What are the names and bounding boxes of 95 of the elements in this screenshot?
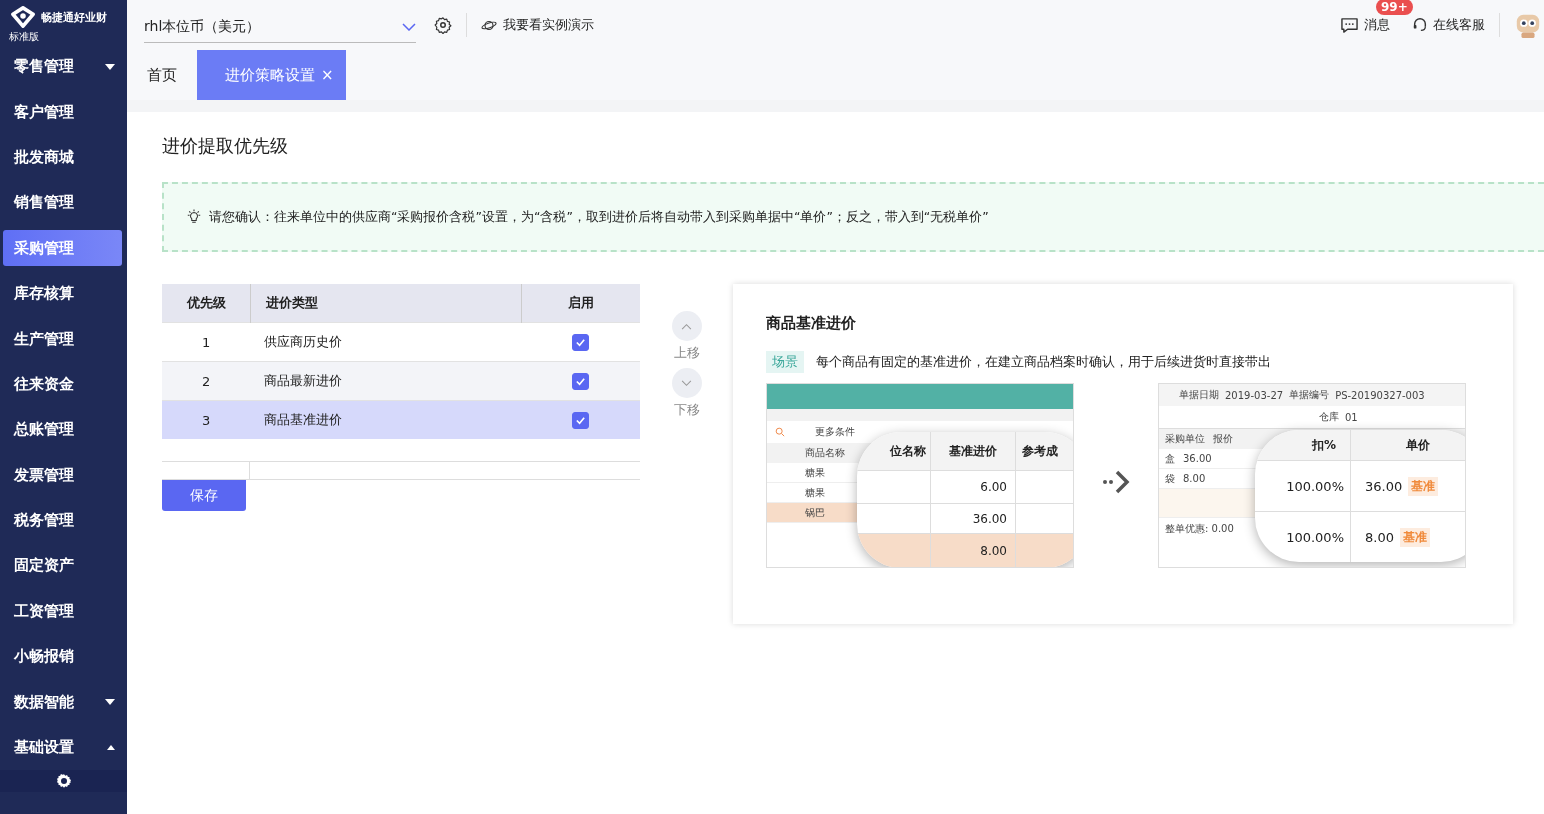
sidebar-item[interactable]: 发票管理 <box>3 452 124 498</box>
sidebar-item[interactable]: 批发商城 <box>3 134 124 181</box>
section-title: 进价提取优先级 <box>162 134 289 158</box>
table-cell: 袋 <box>1165 471 1175 486</box>
field-label: 单据日期 <box>1179 388 1219 402</box>
sidebar-item[interactable]: 往来资金 <box>3 361 124 408</box>
arrow-right-icon <box>1102 469 1132 495</box>
chevron-down-icon <box>402 22 416 31</box>
planet-icon <box>481 18 497 32</box>
chevron-up-icon <box>681 322 692 330</box>
lightbulb-icon <box>186 209 202 225</box>
field-value: 01 <box>1345 411 1358 423</box>
filter-label: 更多条件 <box>815 425 855 439</box>
sidebar-item[interactable]: 销售管理 <box>3 180 124 226</box>
table-cell: 3 <box>162 400 251 439</box>
save-button[interactable]: 保存 <box>162 480 246 511</box>
column-header: 进价类型 <box>250 284 522 323</box>
column-header: 商品名称 <box>805 446 845 460</box>
sidebar-item[interactable]: 生产管理 <box>3 316 124 362</box>
table-cell: 商品基准进价 <box>250 400 522 439</box>
column-header: 采购单位 <box>1165 432 1205 446</box>
table-cell: 8.00 <box>1183 473 1206 484</box>
tab[interactable]: 首页 <box>144 50 197 100</box>
caret-icon <box>107 745 115 751</box>
settings-icon[interactable] <box>434 16 452 34</box>
table-row[interactable]: 3 商品基准进价 <box>162 400 640 439</box>
table-cell: 糖果 <box>805 485 825 500</box>
table-row[interactable]: 2 商品最新进价 <box>162 361 640 401</box>
move-up-label: 上移 <box>673 344 700 362</box>
sidebar-item[interactable]: 采购管理 <box>3 230 122 267</box>
table-cell: 100.00% <box>1255 511 1351 562</box>
table-cell: 商品最新进价 <box>250 361 522 401</box>
table-cell: 6.00 <box>931 470 1016 503</box>
table-cell: 8.00 <box>1365 529 1394 545</box>
logo-icon <box>9 6 37 28</box>
headset-icon <box>1412 17 1428 33</box>
caret-icon <box>105 63 115 70</box>
sidebar-item[interactable]: 小畅报销 <box>3 634 124 680</box>
benchmark-tag: 基准 <box>1399 527 1430 547</box>
checkmark-icon <box>575 336 587 348</box>
table-cell: 盒 <box>1165 451 1175 466</box>
table-cell: 2 <box>162 361 251 401</box>
table-row[interactable]: 1 供应商历史价 <box>162 322 640 362</box>
edition-label: 标准版 <box>9 30 40 44</box>
currency-select[interactable]: rhl本位币（美元） <box>144 7 416 43</box>
notification-badge: 99+ <box>1376 0 1413 15</box>
table-cell: 糖果 <box>805 465 825 480</box>
checkmark-icon <box>575 414 587 426</box>
card-title: 商品基准进价 <box>766 314 857 333</box>
scene-tag: 场景 <box>766 351 804 373</box>
field-value: PS-20190327-003 <box>1335 389 1425 401</box>
demo-link[interactable]: 我要看实例演示 <box>481 16 594 34</box>
description: 每个商品有固定的基准进价，在建立商品档案时确认，用于后续进货时直接带出 <box>816 353 1271 371</box>
field-label: 仓库 <box>1319 410 1339 424</box>
checkmark-icon <box>575 375 587 387</box>
benchmark-tag: 基准 <box>1408 476 1439 496</box>
sidebar-item[interactable]: 客户管理 <box>3 89 124 135</box>
support-button[interactable]: 在线客服 <box>1412 16 1485 34</box>
table-cell: 100.00% <box>1255 460 1351 511</box>
column-header: 报价 <box>1213 432 1233 446</box>
column-header: 单价 <box>1351 430 1465 460</box>
sidebar-item[interactable]: 库存核算 <box>3 270 124 317</box>
caret-icon <box>105 699 115 706</box>
table-cell: 36.00 <box>1365 478 1403 494</box>
sidebar-item[interactable]: 零售管理 <box>3 44 124 90</box>
column-header: 启用 <box>521 284 640 323</box>
discount-text: 整单优惠: 0.00 <box>1165 522 1234 536</box>
table-cell: 供应商历史价 <box>250 322 522 362</box>
move-down-label: 下移 <box>673 401 700 419</box>
table-cell: 8.00 <box>931 533 1016 567</box>
tab[interactable]: 进价策略设置 × <box>197 50 346 100</box>
chat-icon <box>1340 16 1359 34</box>
sidebar-item[interactable]: 基础设置 <box>3 724 124 771</box>
brand-name: 畅捷通好业财 <box>41 9 107 25</box>
sidebar-item[interactable]: 税务管理 <box>3 497 124 544</box>
field-label: 单据编号 <box>1289 388 1330 402</box>
sidebar-item[interactable]: 工资管理 <box>3 588 124 635</box>
field-value: 2019-03-27 <box>1225 389 1284 401</box>
sidebar-item[interactable]: 总账管理 <box>3 407 124 453</box>
sidebar-item[interactable]: 固定资产 <box>3 543 124 589</box>
notice-text: 请您确认：往来单位中的供应商“采购报价含税”设置，为“含税”，取到进价后将自动带入到采购单据中“单价”；反之，带入到“无税单价” <box>209 208 989 226</box>
checkbox[interactable] <box>572 372 590 390</box>
search-icon <box>775 427 785 437</box>
checkbox[interactable] <box>572 411 590 429</box>
checkbox[interactable] <box>572 333 590 351</box>
column-header: 优先级 <box>162 284 251 323</box>
chevron-down-icon <box>681 379 692 387</box>
sidebar-item[interactable]: 数据智能 <box>3 679 124 725</box>
close-icon[interactable]: × <box>321 66 334 84</box>
column-header: 基准进价 <box>931 432 1016 470</box>
column-header: 参考成 <box>1016 432 1073 470</box>
table-cell: 锅巴 <box>805 505 825 520</box>
table-cell: 36.00 <box>1183 453 1212 464</box>
column-header: 位名称 <box>857 432 931 470</box>
table-cell: 1 <box>162 322 251 362</box>
